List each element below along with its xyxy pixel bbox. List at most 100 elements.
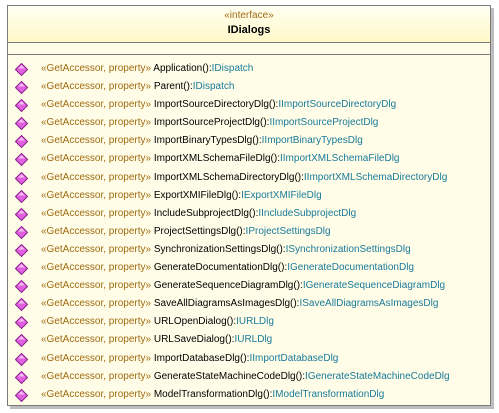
operation-return-type: IDispatch xyxy=(211,63,254,74)
operation-row[interactable]: «GetAccessor, property» SynchronizationS… xyxy=(8,241,490,259)
operation-row[interactable]: «GetAccessor, property» ProjectSettingsD… xyxy=(8,223,490,241)
operation-stereotype: «GetAccessor, property» xyxy=(41,316,152,328)
operation-diamond-icon xyxy=(15,370,28,384)
operation-return-type: IImportBinaryTypesDlg xyxy=(261,135,363,147)
operation-text: «GetAccessor, property» ImportSourceProj… xyxy=(41,114,378,132)
operation-text: «GetAccessor, property» URLSaveDialog():… xyxy=(41,331,272,349)
operation-signature: ImportDatabaseDlg(): xyxy=(153,352,250,364)
operation-stereotype: «GetAccessor, property» xyxy=(41,81,152,93)
operation-row[interactable]: «GetAccessor, property» IncludeSubprojec… xyxy=(8,205,490,223)
operation-stereotype: «GetAccessor, property» xyxy=(41,334,152,346)
interface-class-box[interactable]: «interface» IDialogs «GetAccessor, prope… xyxy=(7,5,491,406)
operation-stereotype: «GetAccessor, property» xyxy=(41,63,152,74)
operation-stereotype: «GetAccessor, property» xyxy=(41,171,152,183)
operation-stereotype: «GetAccessor, property» xyxy=(41,99,152,111)
operation-signature: ProjectSettingsDlg(): xyxy=(153,225,246,237)
operation-return-type: IDispatch xyxy=(192,81,235,93)
operation-signature: ImportXMLSchemaFileDlg(): xyxy=(153,153,280,165)
class-stereotype: «interface» xyxy=(224,10,274,21)
operation-signature: Parent(): xyxy=(153,81,193,93)
operation-diamond-icon xyxy=(15,117,28,131)
operations-compartment: «GetAccessor, property» Application():ID… xyxy=(8,55,490,404)
operation-diamond-icon xyxy=(15,189,28,203)
operation-diamond-icon xyxy=(15,99,28,113)
operation-return-type: ISaveAllDiagramsAsImagesDlg xyxy=(299,298,439,310)
operation-text: «GetAccessor, property» ImportSourceDire… xyxy=(41,96,396,114)
operation-row[interactable]: «GetAccessor, property» ExportXMIFileDlg… xyxy=(8,187,490,205)
operation-return-type: IGenerateStateMachineCodeDlg xyxy=(305,370,450,382)
operation-stereotype: «GetAccessor, property» xyxy=(41,189,152,201)
operation-stereotype: «GetAccessor, property» xyxy=(41,352,152,364)
operation-row[interactable]: «GetAccessor, property» GenerateStateMac… xyxy=(8,368,490,386)
operation-row[interactable]: «GetAccessor, property» ImportBinaryType… xyxy=(8,132,490,150)
operation-diamond-icon xyxy=(15,171,28,185)
operation-row[interactable]: «GetAccessor, property» ModelTransformat… xyxy=(8,386,490,404)
operation-text: «GetAccessor, property» ImportXMLSchemaD… xyxy=(41,169,447,187)
operation-signature: ImportSourceDirectoryDlg(): xyxy=(153,99,279,111)
operation-diamond-icon xyxy=(15,63,28,76)
operation-text: «GetAccessor, property» ModelTransformat… xyxy=(41,386,384,404)
operation-signature: Application(): xyxy=(153,63,212,74)
operation-row[interactable]: «GetAccessor, property» Parent():IDispat… xyxy=(8,78,490,96)
operation-return-type: IModelTransformationDlg xyxy=(272,388,385,400)
operation-text: «GetAccessor, property» ExportXMIFileDlg… xyxy=(41,187,322,205)
operation-row[interactable]: «GetAccessor, property» ImportDatabaseDl… xyxy=(8,350,490,368)
operation-text: «GetAccessor, property» ImportBinaryType… xyxy=(41,132,363,150)
operation-stereotype: «GetAccessor, property» xyxy=(41,117,152,129)
operation-text: «GetAccessor, property» GenerateDocument… xyxy=(41,259,414,277)
operation-text: «GetAccessor, property» ImportDatabaseDl… xyxy=(41,350,338,368)
operation-signature: SaveAllDiagramsAsImagesDlg(): xyxy=(153,298,300,310)
operation-row[interactable]: «GetAccessor, property» ImportXMLSchemaD… xyxy=(8,169,490,187)
operation-row[interactable]: «GetAccessor, property» SaveAllDiagramsA… xyxy=(8,295,490,313)
operation-stereotype: «GetAccessor, property» xyxy=(41,298,152,310)
operation-diamond-icon xyxy=(15,298,28,312)
operation-row[interactable]: «GetAccessor, property» GenerateSequence… xyxy=(8,277,490,295)
operation-return-type: IImportSourceDirectoryDlg xyxy=(278,99,397,111)
operation-stereotype: «GetAccessor, property» xyxy=(41,370,152,382)
operation-row[interactable]: «GetAccessor, property» Application():ID… xyxy=(8,60,490,78)
operation-row[interactable]: «GetAccessor, property» URLOpenDialog():… xyxy=(8,313,490,331)
operation-diamond-icon xyxy=(15,280,28,294)
operation-stereotype: «GetAccessor, property» xyxy=(41,262,152,274)
operation-return-type: IIncludeSubprojectDlg xyxy=(258,207,357,219)
operation-text: «GetAccessor, property» GenerateSequence… xyxy=(41,277,445,295)
operation-row[interactable]: «GetAccessor, property» ImportSourceProj… xyxy=(8,114,490,132)
operation-text: «GetAccessor, property» SaveAllDiagramsA… xyxy=(41,295,438,313)
operation-signature: GenerateDocumentationDlg(): xyxy=(153,262,288,274)
operation-diamond-icon xyxy=(15,388,28,402)
operation-diamond-icon xyxy=(15,316,28,330)
operation-stereotype: «GetAccessor, property» xyxy=(41,388,152,400)
operation-signature: ImportBinaryTypesDlg(): xyxy=(153,135,262,147)
operation-row[interactable]: «GetAccessor, property» ImportSourceDire… xyxy=(8,96,490,114)
operation-return-type: IImportXMLSchemaFileDlg xyxy=(280,153,400,165)
operation-diamond-icon xyxy=(15,135,28,149)
operation-diamond-icon xyxy=(15,243,28,257)
operation-signature: ImportXMLSchemaDirectoryDlg(): xyxy=(153,171,304,183)
attributes-compartment xyxy=(8,43,490,55)
operation-signature: ExportXMIFileDlg(): xyxy=(153,189,242,201)
operation-return-type: IImportSourceProjectDlg xyxy=(269,117,379,129)
operation-row[interactable]: «GetAccessor, property» URLSaveDialog():… xyxy=(8,331,490,349)
operation-diamond-icon xyxy=(15,153,28,167)
operation-return-type: IProjectSettingsDlg xyxy=(245,225,331,237)
operation-text: «GetAccessor, property» Parent():IDispat… xyxy=(41,78,234,96)
operation-return-type: IExportXMIFileDlg xyxy=(241,189,322,201)
operation-row[interactable]: «GetAccessor, property» GenerateDocument… xyxy=(8,259,490,277)
operation-diamond-icon xyxy=(15,207,28,221)
operation-text: «GetAccessor, property» ProjectSettingsD… xyxy=(41,223,331,241)
diagram-canvas: «interface» IDialogs «GetAccessor, prope… xyxy=(0,0,499,413)
operation-stereotype: «GetAccessor, property» xyxy=(41,280,152,292)
operation-diamond-icon xyxy=(15,334,28,348)
operation-signature: URLSaveDialog(): xyxy=(153,334,235,346)
operation-return-type: IImportDatabaseDlg xyxy=(249,352,339,364)
operation-text: «GetAccessor, property» SynchronizationS… xyxy=(41,241,411,259)
operation-return-type: IGenerateDocumentationDlg xyxy=(287,262,414,274)
operation-stereotype: «GetAccessor, property» xyxy=(41,225,152,237)
operation-signature: IncludeSubprojectDlg(): xyxy=(153,207,259,219)
operation-signature: SynchronizationSettingsDlg(): xyxy=(153,243,286,255)
operation-return-type: IImportXMLSchemaDirectoryDlg xyxy=(303,171,448,183)
operation-row[interactable]: «GetAccessor, property» ImportXMLSchemaF… xyxy=(8,150,490,168)
operation-signature: URLOpenDialog(): xyxy=(153,316,237,328)
operation-signature: GenerateStateMachineCodeDlg(): xyxy=(153,370,306,382)
operation-return-type: IURLDlg xyxy=(236,316,274,328)
